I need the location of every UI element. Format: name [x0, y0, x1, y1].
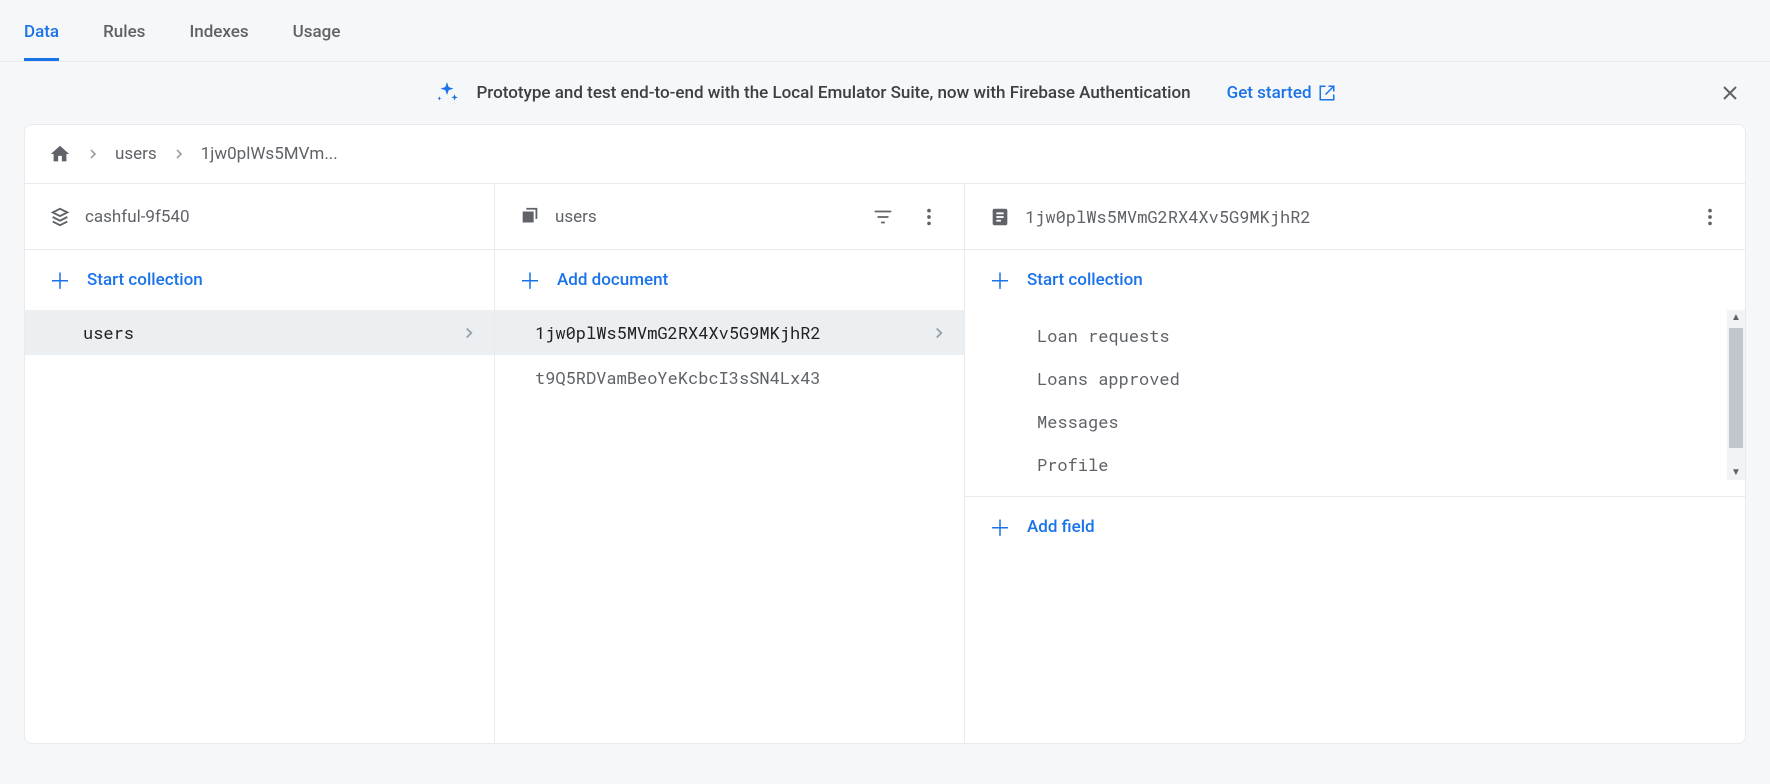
- collection-icon: [519, 206, 541, 228]
- home-icon[interactable]: [49, 143, 71, 165]
- plus-icon: ＋: [519, 264, 541, 296]
- add-document-button[interactable]: ＋ Add document: [495, 250, 964, 310]
- document-icon: [989, 206, 1011, 228]
- external-link-icon: [1318, 84, 1336, 102]
- more-vert-icon[interactable]: [1699, 206, 1721, 228]
- breadcrumb-doc[interactable]: 1jw0plWs5MVm...: [201, 144, 338, 164]
- doc-start-collection-button[interactable]: ＋ Start collection: [965, 250, 1745, 310]
- sparkle-icon: [434, 80, 460, 106]
- scrollbar-thumb[interactable]: [1729, 328, 1743, 448]
- breadcrumb-collection[interactable]: users: [115, 144, 157, 164]
- breadcrumb: users 1jw0plWs5MVm...: [25, 125, 1745, 183]
- subcollection-item[interactable]: Loan requests: [965, 314, 1745, 357]
- subcollection-item[interactable]: Profile: [965, 443, 1745, 486]
- scroll-down-arrow[interactable]: ▼: [1727, 467, 1745, 478]
- documents-header: users: [495, 184, 964, 250]
- tab-indexes[interactable]: Indexes: [189, 4, 248, 61]
- filter-icon[interactable]: [872, 206, 894, 228]
- document-item[interactable]: t9Q5RDVamBeoYeKcbcI3sSN4Lx43: [495, 355, 964, 400]
- document-item[interactable]: 1jw0plWs5MVmG2RX4Xv5G9MKjhR2: [495, 310, 964, 355]
- tab-data[interactable]: Data: [24, 4, 59, 61]
- collections-column: cashful-9f540 ＋ Start collection users: [25, 184, 495, 743]
- tab-usage[interactable]: Usage: [293, 4, 341, 61]
- scrollbar[interactable]: ▲ ▼: [1727, 310, 1745, 480]
- subcollection-item[interactable]: Loans approved: [965, 357, 1745, 400]
- chevron-right-icon: [930, 324, 948, 342]
- firestore-tabs: Data Rules Indexes Usage: [0, 4, 1770, 62]
- chevron-right-icon: [171, 146, 187, 162]
- chevron-right-icon: [460, 324, 478, 342]
- emulator-banner: Prototype and test end-to-end with the L…: [0, 62, 1770, 124]
- document-id: 1jw0plWs5MVmG2RX4Xv5G9MKjhR2: [1025, 205, 1311, 228]
- more-vert-icon[interactable]: [918, 206, 940, 228]
- project-header: cashful-9f540: [25, 184, 494, 250]
- firestore-panel: users 1jw0plWs5MVm... cashful-9f540 ＋ St…: [24, 124, 1746, 744]
- stack-icon: [49, 206, 71, 228]
- document-detail-column: 1jw0plWs5MVmG2RX4Xv5G9MKjhR2 ＋ Start col…: [965, 184, 1745, 743]
- plus-icon: ＋: [49, 264, 71, 296]
- tab-rules[interactable]: Rules: [103, 4, 145, 61]
- project-id: cashful-9f540: [85, 207, 190, 227]
- subcollection-item[interactable]: Messages: [965, 400, 1745, 443]
- collection-item-users[interactable]: users: [25, 310, 494, 355]
- add-field-button[interactable]: ＋ Add field: [965, 497, 1745, 557]
- get-started-link[interactable]: Get started: [1227, 83, 1336, 103]
- plus-icon: ＋: [989, 511, 1011, 543]
- close-icon[interactable]: [1718, 81, 1742, 105]
- subcollections-list: Loan requests Loans approved Messages Pr…: [965, 310, 1745, 497]
- documents-column: users ＋ Add document 1jw0plWs5MVmG2RX4Xv…: [495, 184, 965, 743]
- documents-title: users: [555, 207, 597, 227]
- chevron-right-icon: [85, 146, 101, 162]
- banner-text: Prototype and test end-to-end with the L…: [476, 83, 1190, 103]
- document-header: 1jw0plWs5MVmG2RX4Xv5G9MKjhR2: [965, 184, 1745, 250]
- start-collection-button[interactable]: ＋ Start collection: [25, 250, 494, 310]
- plus-icon: ＋: [989, 264, 1011, 296]
- scroll-up-arrow[interactable]: ▲: [1727, 312, 1745, 323]
